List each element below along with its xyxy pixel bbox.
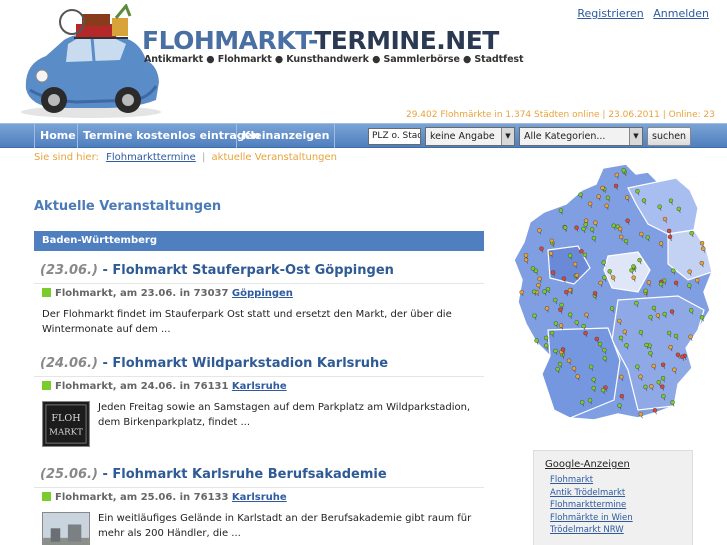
event-title[interactable]: (25.06.) - Flohmarkt Karlsruhe Berufsaka… — [34, 466, 484, 484]
event-date: (25.06.) — [40, 467, 98, 482]
register-link[interactable]: Registrieren — [577, 7, 643, 20]
event-thumbnail[interactable]: FLOH MARKT — [42, 401, 90, 447]
ad-link[interactable]: Trödelmarkt NRW — [545, 524, 692, 537]
site-stats: 29.402 Flohmärkte in 1.374 Städten onlin… — [405, 110, 715, 120]
ad-link[interactable]: Antik Trödelmarkt — [545, 487, 692, 500]
breadcrumb-separator: | — [201, 152, 206, 163]
event-date: (23.06.) — [40, 263, 98, 278]
breadcrumb-current: aktuelle Veranstaltungen — [211, 152, 338, 163]
status-square-icon — [42, 381, 51, 390]
event-title[interactable]: (24.06.) - Flohmarkt Wildparkstadion Kar… — [34, 355, 484, 373]
plz-search-input[interactable]: PLZ o. Stadt — [368, 128, 421, 145]
event-item: (24.06.) - Flohmarkt Wildparkstadion Kar… — [34, 355, 484, 447]
event-city-link[interactable]: Karlsruhe — [232, 492, 287, 503]
svg-text:FLOH: FLOH — [51, 413, 80, 424]
event-title[interactable]: (23.06.) - Flohmarkt Stauferpark-Ost Göp… — [34, 262, 484, 280]
event-name[interactable]: - Flohmarkt Karlsruhe Berufsakademie — [102, 467, 386, 482]
category-select[interactable]: Alle Kategorien... ▼ — [519, 127, 643, 146]
svg-text:MARKT: MARKT — [49, 428, 83, 438]
event-city-link[interactable]: Göppingen — [232, 288, 293, 299]
event-meta-text: Flohmarkt, am 24.06. in 76131 — [55, 381, 229, 392]
ad-link[interactable]: Flohmärkte in Wien — [545, 512, 692, 525]
event-body: FLOH MARKT Jeden Freitag sowie an Samsta… — [34, 401, 484, 447]
event-description: Jeden Freitag sowie an Samstagen auf dem… — [98, 402, 471, 428]
radius-select[interactable]: keine Angabe ▼ — [425, 127, 515, 146]
category-select-value: Alle Kategorien... — [524, 131, 606, 142]
breadcrumb-prefix: Sie sind hier: — [34, 152, 99, 163]
event-thumbnail[interactable] — [42, 512, 90, 545]
event-name[interactable]: - Flohmarkt Wildparkstadion Karlsruhe — [102, 356, 388, 371]
event-date: (24.06.) — [40, 356, 98, 371]
nav-classifieds[interactable]: Kleinanzeigen — [236, 124, 336, 148]
logo-title[interactable]: FLOHMARKT-TERMINE.NET — [142, 26, 499, 55]
event-meta: Flohmarkt, am 24.06. in 76131 Karlsruhe — [34, 377, 484, 397]
germany-map[interactable] — [508, 160, 718, 430]
status-square-icon — [42, 288, 51, 297]
login-link[interactable]: Anmelden — [653, 7, 709, 20]
event-meta-text: Flohmarkt, am 25.06. in 76133 — [55, 492, 229, 503]
event-body: Ein weitläufiges Gelände in Karlstadt an… — [34, 512, 484, 545]
main-nav: Home Termine kostenlos eintragen Kleinan… — [0, 123, 727, 148]
ad-link[interactable]: Flohmarkt — [545, 474, 692, 487]
event-name[interactable]: - Flohmarkt Stauferpark-Ost Göppingen — [102, 263, 393, 278]
chevron-down-icon: ▼ — [629, 128, 642, 145]
breadcrumb: Sie sind hier: Flohmarkttermine | aktuel… — [34, 152, 337, 163]
map-marker-icon[interactable] — [534, 338, 539, 345]
event-item: (23.06.) - Flohmarkt Stauferpark-Ost Göp… — [34, 262, 484, 337]
nav-home[interactable]: Home — [34, 124, 81, 148]
event-meta-text: Flohmarkt, am 23.06. in 73037 — [55, 288, 229, 299]
logo-tagline: Antikmarkt ● Flohmarkt ● Kunsthandwerk ●… — [144, 54, 524, 65]
search-button[interactable]: suchen — [647, 127, 692, 146]
ads-title[interactable]: Google-Anzeigen — [545, 459, 692, 470]
header: FLOHMARKT-TERMINE.NET Antikmarkt ● Flohm… — [0, 0, 727, 122]
ad-link[interactable]: Flohmarkttermine — [545, 499, 692, 512]
event-city-link[interactable]: Karlsruhe — [232, 381, 287, 392]
event-meta: Flohmarkt, am 23.06. in 73037 Göppingen — [34, 284, 484, 304]
page-title: Aktuelle Veranstaltungen — [34, 199, 222, 214]
region-header: Baden-Württemberg — [34, 231, 484, 251]
event-item: (25.06.) - Flohmarkt Karlsruhe Berufsaka… — [34, 466, 484, 545]
breadcrumb-link-home[interactable]: Flohmarkttermine — [106, 152, 196, 163]
google-ads-box: Google-Anzeigen Flohmarkt Antik Trödelma… — [533, 450, 693, 545]
event-description: Der Flohmarkt findet im Stauferpark Ost … — [42, 309, 452, 335]
status-square-icon — [42, 492, 51, 501]
radius-select-value: keine Angabe — [430, 131, 495, 142]
account-links: Registrieren Anmelden — [571, 7, 709, 20]
chevron-down-icon: ▼ — [501, 128, 514, 145]
event-meta: Flohmarkt, am 25.06. in 76133 Karlsruhe — [34, 488, 484, 508]
event-description: Ein weitläufiges Gelände in Karlstadt an… — [98, 513, 472, 539]
